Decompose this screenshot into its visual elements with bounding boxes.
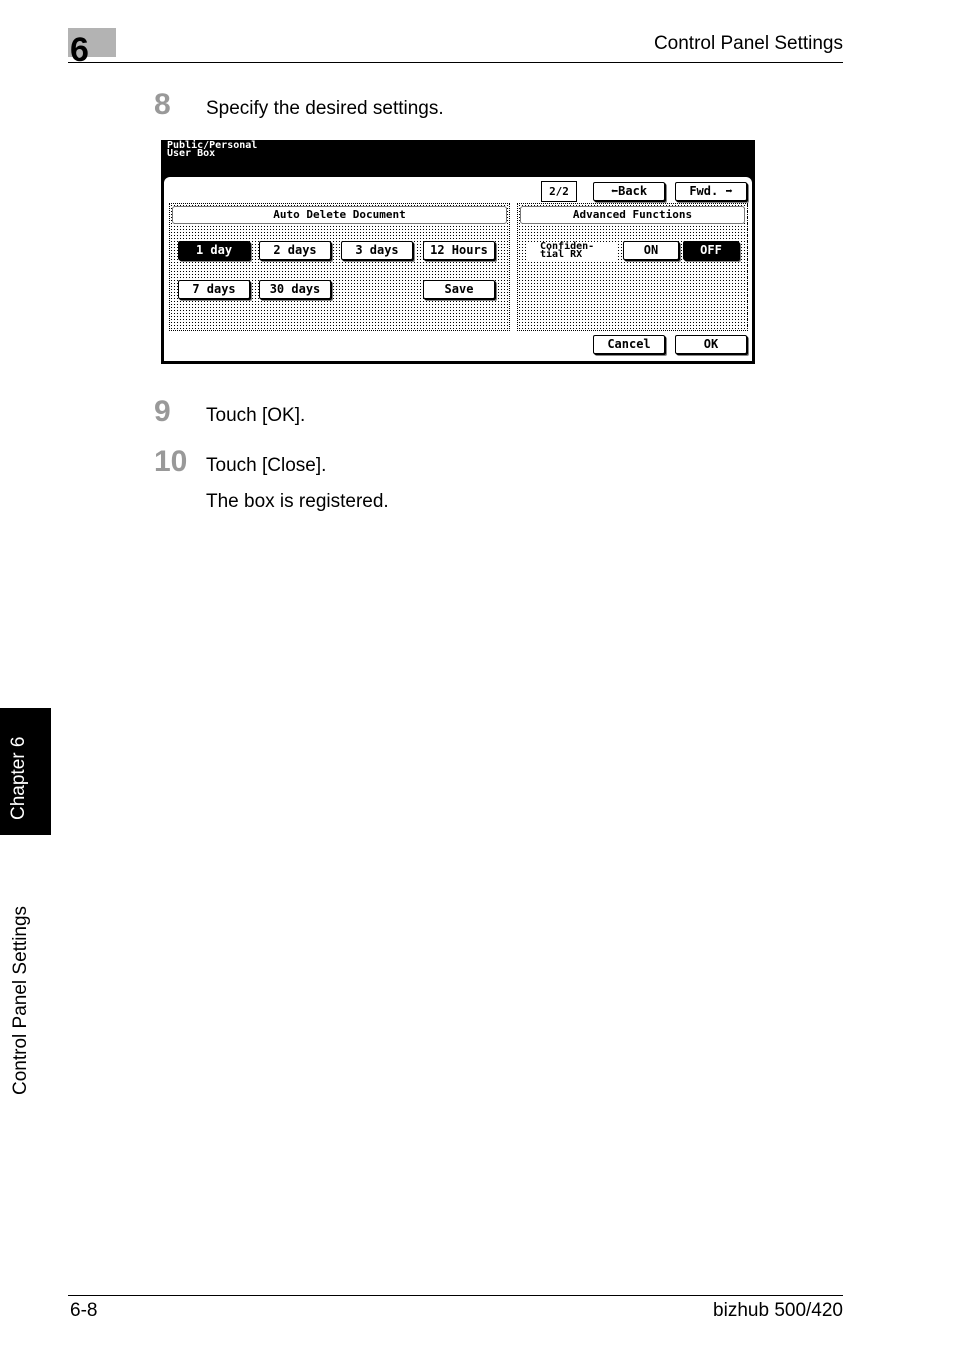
step-note: The box is registered. — [206, 491, 389, 512]
option-3-days[interactable]: 3 days — [341, 241, 413, 260]
confidential-rx-on-button[interactable]: ON — [623, 241, 679, 260]
auto-delete-panel: Auto Delete Document 1 day 2 days 3 days… — [169, 203, 510, 331]
back-label: Back — [618, 184, 648, 198]
advanced-functions-heading: Advanced Functions — [520, 206, 745, 224]
save-button[interactable]: Save — [423, 280, 495, 299]
back-button[interactable]: ⬅Back — [593, 182, 665, 201]
forward-button[interactable]: Fwd. ➡ — [675, 182, 747, 201]
option-2-days[interactable]: 2 days — [259, 241, 331, 260]
screen-title: Public/Personal User Box — [167, 141, 257, 159]
cancel-button[interactable]: Cancel — [593, 335, 665, 354]
step-text: Specify the desired settings. — [206, 98, 444, 119]
option-1-day[interactable]: 1 day — [178, 241, 250, 260]
footer-divider — [68, 1295, 843, 1296]
forward-label: Fwd. — [689, 184, 719, 198]
step-number: 10 — [154, 445, 188, 478]
confidential-rx-label: Confiden- tial RX — [526, 242, 616, 260]
ok-button[interactable]: OK — [675, 335, 747, 354]
confidential-rx-off-button[interactable]: OFF — [683, 241, 739, 260]
confidential-rx-line2: tial RX — [540, 249, 583, 260]
section-title: Control Panel Settings — [653, 33, 843, 54]
option-30-days[interactable]: 30 days — [259, 280, 331, 299]
step-text: Touch [Close]. — [206, 455, 327, 476]
arrow-right-icon: ➡ — [725, 184, 733, 198]
header-divider — [68, 62, 843, 63]
option-12-hours[interactable]: 12 Hours — [423, 241, 495, 260]
step-number: 8 — [154, 88, 171, 121]
product-name: bizhub 500/420 — [713, 1300, 843, 1321]
chapter-tab-label: Chapter 6 — [8, 736, 29, 820]
advanced-functions-panel: Advanced Functions Confiden- tial RX ON … — [517, 203, 748, 331]
page-number: 6-8 — [70, 1300, 98, 1321]
screen-body: 2/2 ⬅Back Fwd. ➡ Auto Delete Document 1 … — [164, 177, 752, 361]
step-number: 9 — [154, 395, 171, 428]
chapter-number: 6 — [70, 31, 89, 69]
auto-delete-heading: Auto Delete Document — [172, 206, 507, 224]
step-text: Touch [OK]. — [206, 405, 306, 426]
control-panel-screenshot: Public/Personal User Box 2/2 ⬅Back Fwd. … — [161, 140, 755, 364]
page-indicator: 2/2 — [541, 181, 577, 202]
screen-title-line2: User Box — [167, 148, 216, 159]
section-tab-label: Control Panel Settings — [10, 905, 31, 1095]
option-7-days[interactable]: 7 days — [178, 280, 250, 299]
